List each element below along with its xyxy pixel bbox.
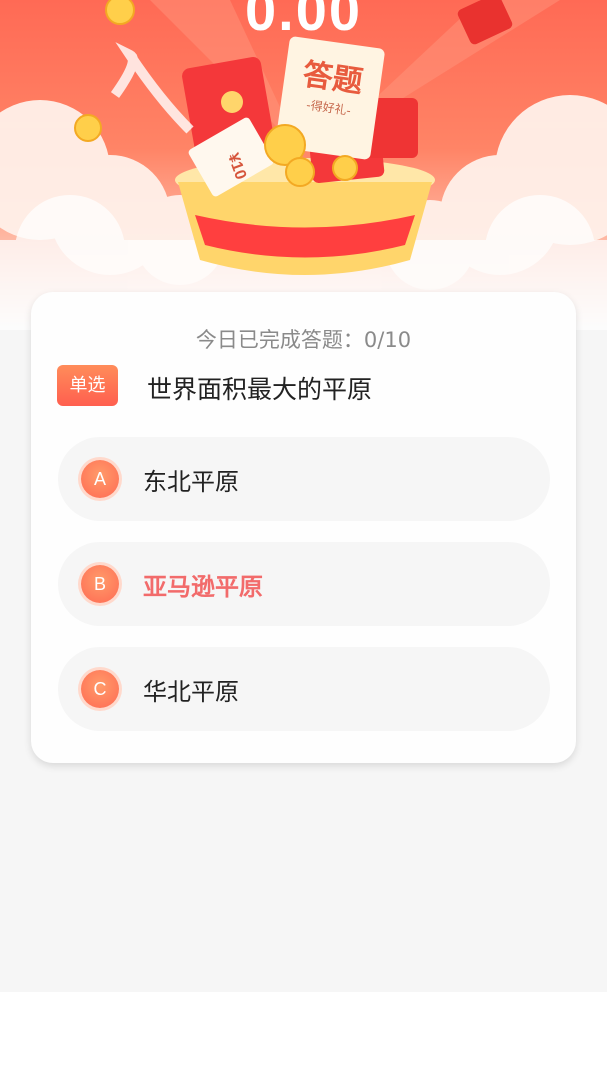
- option-a[interactable]: A 东北平原: [58, 437, 550, 521]
- quiz-card: 今日已完成答题：0/10 单选 世界面积最大的平原 A 东北平原 B 亚马逊平原…: [31, 292, 576, 763]
- option-c-letter: C: [81, 670, 119, 708]
- option-a-letter: A: [81, 460, 119, 498]
- option-c-text: 华北平原: [143, 678, 239, 706]
- question-type-badge: 单选: [57, 365, 118, 406]
- option-b-text: 亚马逊平原: [143, 573, 263, 601]
- daily-progress-text: 今日已完成答题：0/10: [195, 328, 412, 352]
- reward-banner: 答题 -得好礼- ¥10 0.00: [0, 0, 607, 330]
- option-c[interactable]: C 华北平原: [58, 647, 550, 731]
- option-a-text: 东北平原: [143, 468, 239, 496]
- question-text: 世界面积最大的平原: [147, 375, 373, 404]
- gift-basket-illustration: 答题 -得好礼- ¥10: [0, 0, 607, 330]
- option-b[interactable]: B 亚马逊平原: [58, 542, 550, 626]
- reward-balance: 0.00: [245, 0, 362, 42]
- option-b-letter: B: [81, 565, 119, 603]
